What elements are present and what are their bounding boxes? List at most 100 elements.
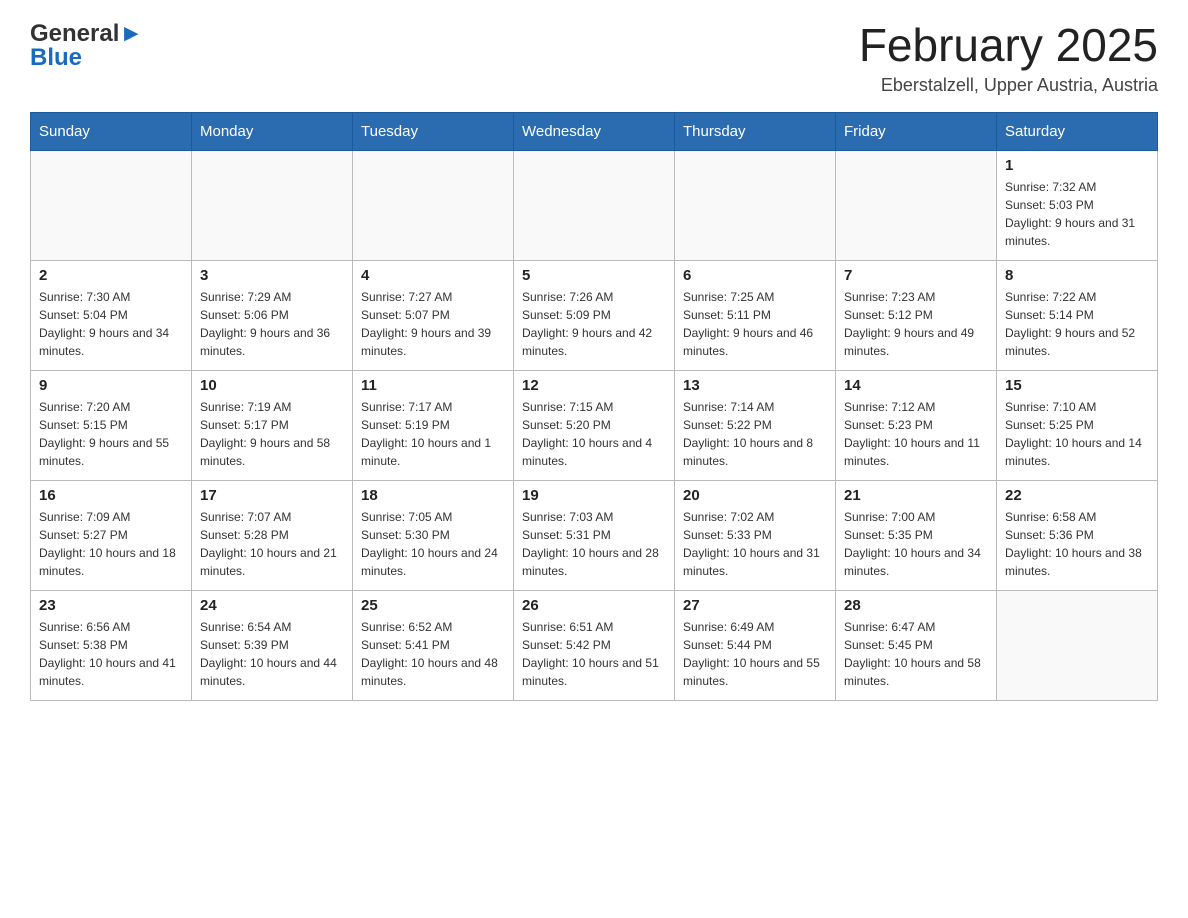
calendar-cell: 25 Sunrise: 6:52 AMSunset: 5:41 PMDayligh…: [353, 590, 514, 700]
day-info: Sunrise: 7:02 AMSunset: 5:33 PMDaylight:…: [683, 508, 827, 580]
day-number: 19: [522, 487, 666, 504]
calendar-cell: 10Sunrise: 7:19 AMSunset: 5:17 PMDayligh…: [192, 370, 353, 480]
week-row-2: 2 Sunrise: 7:30 AMSunset: 5:04 PMDaylight…: [31, 260, 1158, 370]
month-title: February 2025: [859, 20, 1158, 71]
day-number: 22: [1005, 487, 1149, 504]
day-info: Sunrise: 7:25 AMSunset: 5:11 PMDaylight:…: [683, 288, 827, 360]
location-text: Eberstalzell, Upper Austria, Austria: [859, 75, 1158, 96]
day-info: Sunrise: 7:17 AMSunset: 5:19 PMDaylight:…: [361, 398, 505, 470]
day-number: 2: [39, 267, 183, 284]
day-info: Sunrise: 7:00 AMSunset: 5:35 PMDaylight:…: [844, 508, 988, 580]
day-number: 6: [683, 267, 827, 284]
day-number: 17: [200, 487, 344, 504]
calendar-table: SundayMondayTuesdayWednesdayThursdayFrid…: [30, 112, 1158, 701]
day-info: Sunrise: 6:56 AMSunset: 5:38 PMDaylight:…: [39, 618, 183, 690]
day-number: 18: [361, 487, 505, 504]
day-info: Sunrise: 6:47 AMSunset: 5:45 PMDaylight:…: [844, 618, 988, 690]
calendar-cell: 3Sunrise: 7:29 AMSunset: 5:06 PMDaylight…: [192, 260, 353, 370]
day-number: 24: [200, 597, 344, 614]
calendar-cell: [675, 150, 836, 260]
calendar-cell: [836, 150, 997, 260]
calendar-cell: 5 Sunrise: 7:26 AMSunset: 5:09 PMDaylight…: [514, 260, 675, 370]
col-header-wednesday: Wednesday: [514, 112, 675, 150]
calendar-cell: [192, 150, 353, 260]
day-number: 20: [683, 487, 827, 504]
logo-blue-text: Blue: [30, 44, 82, 72]
day-info: Sunrise: 7:23 AMSunset: 5:12 PMDaylight:…: [844, 288, 988, 360]
day-number: 1: [1005, 157, 1149, 174]
day-info: Sunrise: 7:20 AMSunset: 5:15 PMDaylight:…: [39, 398, 183, 470]
day-number: 4: [361, 267, 505, 284]
day-number: 9: [39, 377, 183, 394]
calendar-cell: 15 Sunrise: 7:10 AMSunset: 5:25 PMDayligh…: [997, 370, 1158, 480]
day-info: Sunrise: 7:26 AMSunset: 5:09 PMDaylight:…: [522, 288, 666, 360]
day-info: Sunrise: 6:54 AMSunset: 5:39 PMDaylight:…: [200, 618, 344, 690]
calendar-cell: [353, 150, 514, 260]
calendar-cell: 16 Sunrise: 7:09 AMSunset: 5:27 PMDayligh…: [31, 480, 192, 590]
day-info: Sunrise: 6:58 AMSunset: 5:36 PMDaylight:…: [1005, 508, 1149, 580]
calendar-cell: 24 Sunrise: 6:54 AMSunset: 5:39 PMDayligh…: [192, 590, 353, 700]
calendar-cell: 2 Sunrise: 7:30 AMSunset: 5:04 PMDaylight…: [31, 260, 192, 370]
calendar-cell: 22 Sunrise: 6:58 AMSunset: 5:36 PMDayligh…: [997, 480, 1158, 590]
day-number: 21: [844, 487, 988, 504]
day-info: Sunrise: 7:05 AMSunset: 5:30 PMDaylight:…: [361, 508, 505, 580]
calendar-cell: 18 Sunrise: 7:05 AMSunset: 5:30 PMDayligh…: [353, 480, 514, 590]
col-header-monday: Monday: [192, 112, 353, 150]
calendar-cell: 13 Sunrise: 7:14 AMSunset: 5:22 PMDayligh…: [675, 370, 836, 480]
calendar-cell: 17 Sunrise: 7:07 AMSunset: 5:28 PMDayligh…: [192, 480, 353, 590]
day-number: 28: [844, 597, 988, 614]
day-number: 15: [1005, 377, 1149, 394]
calendar-cell: 6 Sunrise: 7:25 AMSunset: 5:11 PMDaylight…: [675, 260, 836, 370]
calendar-cell: 12 Sunrise: 7:15 AMSunset: 5:20 PMDayligh…: [514, 370, 675, 480]
calendar-cell: 7 Sunrise: 7:23 AMSunset: 5:12 PMDaylight…: [836, 260, 997, 370]
day-info: Sunrise: 7:19 AMSunset: 5:17 PMDaylight:…: [200, 398, 344, 470]
day-info: Sunrise: 7:30 AMSunset: 5:04 PMDaylight:…: [39, 288, 183, 360]
calendar-cell: 21 Sunrise: 7:00 AMSunset: 5:35 PMDayligh…: [836, 480, 997, 590]
day-info: Sunrise: 7:32 AMSunset: 5:03 PMDaylight:…: [1005, 178, 1149, 250]
day-number: 27: [683, 597, 827, 614]
day-info: Sunrise: 7:12 AMSunset: 5:23 PMDaylight:…: [844, 398, 988, 470]
calendar-cell: 27 Sunrise: 6:49 AMSunset: 5:44 PMDayligh…: [675, 590, 836, 700]
col-header-saturday: Saturday: [997, 112, 1158, 150]
calendar-cell: 28 Sunrise: 6:47 AMSunset: 5:45 PMDayligh…: [836, 590, 997, 700]
day-number: 11: [361, 377, 505, 394]
col-header-sunday: Sunday: [31, 112, 192, 150]
day-info: Sunrise: 6:49 AMSunset: 5:44 PMDaylight:…: [683, 618, 827, 690]
calendar-cell: 14Sunrise: 7:12 AMSunset: 5:23 PMDayligh…: [836, 370, 997, 480]
col-header-tuesday: Tuesday: [353, 112, 514, 150]
day-number: 7: [844, 267, 988, 284]
day-info: Sunrise: 6:52 AMSunset: 5:41 PMDaylight:…: [361, 618, 505, 690]
day-info: Sunrise: 7:09 AMSunset: 5:27 PMDaylight:…: [39, 508, 183, 580]
day-number: 8: [1005, 267, 1149, 284]
day-number: 23: [39, 597, 183, 614]
day-info: Sunrise: 7:27 AMSunset: 5:07 PMDaylight:…: [361, 288, 505, 360]
col-header-thursday: Thursday: [675, 112, 836, 150]
calendar-cell: 23 Sunrise: 6:56 AMSunset: 5:38 PMDayligh…: [31, 590, 192, 700]
day-info: Sunrise: 7:14 AMSunset: 5:22 PMDaylight:…: [683, 398, 827, 470]
calendar-cell: 19 Sunrise: 7:03 AMSunset: 5:31 PMDayligh…: [514, 480, 675, 590]
day-info: Sunrise: 7:29 AMSunset: 5:06 PMDaylight:…: [200, 288, 344, 360]
week-row-4: 16 Sunrise: 7:09 AMSunset: 5:27 PMDayligh…: [31, 480, 1158, 590]
day-info: Sunrise: 7:10 AMSunset: 5:25 PMDaylight:…: [1005, 398, 1149, 470]
calendar-cell: 9 Sunrise: 7:20 AMSunset: 5:15 PMDaylight…: [31, 370, 192, 480]
calendar-cell: 20 Sunrise: 7:02 AMSunset: 5:33 PMDayligh…: [675, 480, 836, 590]
day-info: Sunrise: 7:15 AMSunset: 5:20 PMDaylight:…: [522, 398, 666, 470]
title-area: February 2025 Eberstalzell, Upper Austri…: [859, 20, 1158, 96]
day-number: 25: [361, 597, 505, 614]
day-info: Sunrise: 7:03 AMSunset: 5:31 PMDaylight:…: [522, 508, 666, 580]
day-info: Sunrise: 6:51 AMSunset: 5:42 PMDaylight:…: [522, 618, 666, 690]
day-number: 13: [683, 377, 827, 394]
calendar-cell: [514, 150, 675, 260]
day-info: Sunrise: 7:22 AMSunset: 5:14 PMDaylight:…: [1005, 288, 1149, 360]
day-info: Sunrise: 7:07 AMSunset: 5:28 PMDaylight:…: [200, 508, 344, 580]
logo: General► Blue: [30, 20, 143, 72]
week-row-3: 9 Sunrise: 7:20 AMSunset: 5:15 PMDaylight…: [31, 370, 1158, 480]
calendar-cell: 11 Sunrise: 7:17 AMSunset: 5:19 PMDayligh…: [353, 370, 514, 480]
day-number: 16: [39, 487, 183, 504]
day-number: 12: [522, 377, 666, 394]
day-number: 5: [522, 267, 666, 284]
week-row-1: 1 Sunrise: 7:32 AMSunset: 5:03 PMDaylight…: [31, 150, 1158, 260]
calendar-cell: 1 Sunrise: 7:32 AMSunset: 5:03 PMDaylight…: [997, 150, 1158, 260]
page-header: General► Blue February 2025 Eberstalzell…: [30, 20, 1158, 96]
calendar-cell: [31, 150, 192, 260]
